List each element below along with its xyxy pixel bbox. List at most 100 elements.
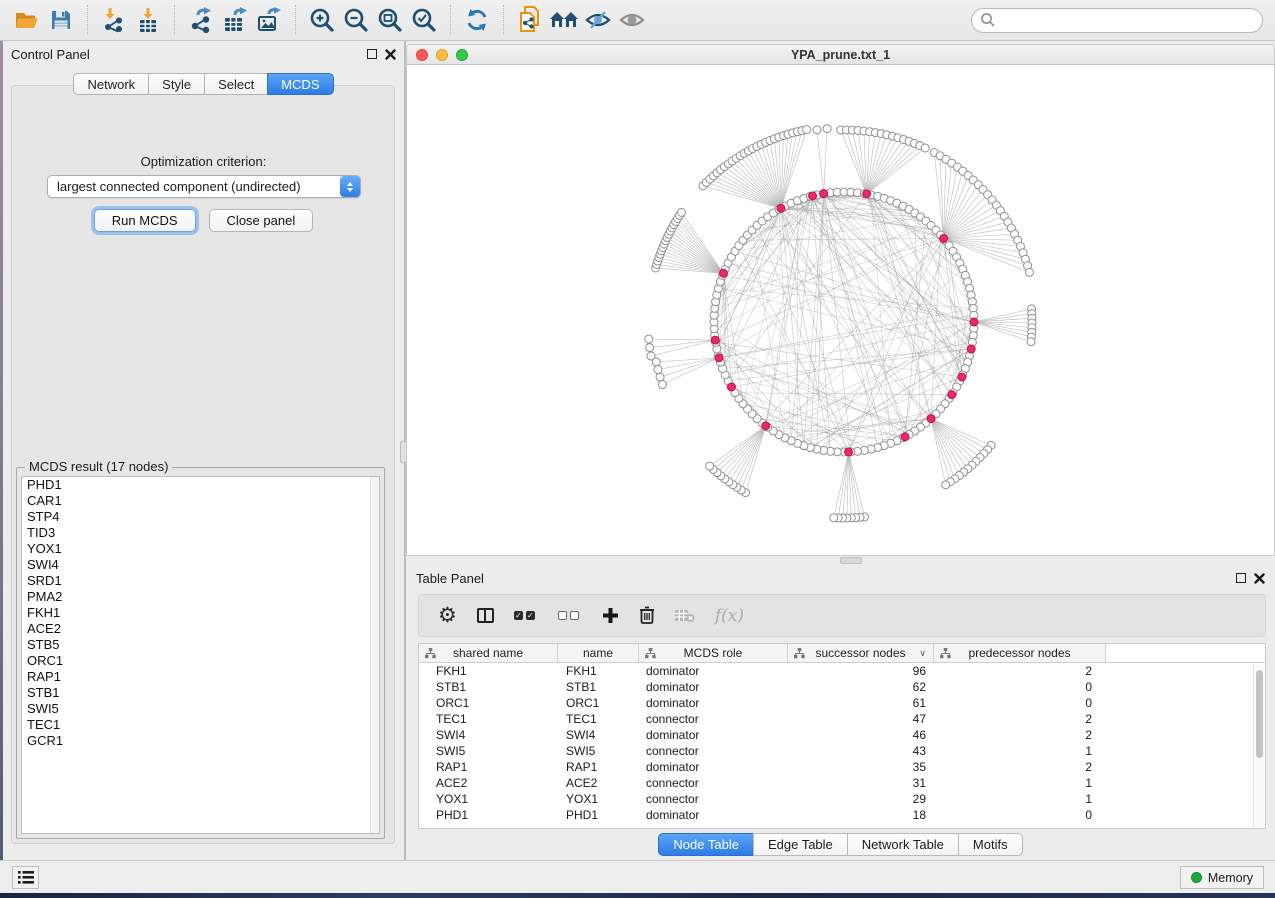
network-file-icon[interactable] xyxy=(513,4,547,36)
import-table-icon[interactable] xyxy=(131,4,165,36)
tab-motifs[interactable]: Motifs xyxy=(958,833,1023,856)
mcds-result-item[interactable]: STP4 xyxy=(22,509,379,525)
table-scrollbar-thumb[interactable] xyxy=(1256,670,1263,758)
table-row[interactable]: SWI4SWI4dominator462 xyxy=(419,727,1265,743)
mcds-result-item[interactable]: CAR1 xyxy=(22,493,379,509)
tab-edge-table[interactable]: Edge Table xyxy=(753,833,847,856)
mcds-hub-node[interactable] xyxy=(777,204,785,212)
network-node[interactable] xyxy=(706,462,714,470)
network-node[interactable] xyxy=(803,126,811,134)
table-row[interactable]: YOX1YOX1connector291 xyxy=(419,791,1265,807)
mcds-result-item[interactable]: ACE2 xyxy=(22,621,379,637)
network-node[interactable] xyxy=(830,514,838,522)
mcds-hub-node[interactable] xyxy=(967,345,975,353)
network-node[interactable] xyxy=(942,481,950,489)
mcds-result-item[interactable]: SRD1 xyxy=(22,573,379,589)
mcds-result-list[interactable]: PHD1CAR1STP4TID3YOX1SWI4SRD1PMA2FKH1ACE2… xyxy=(21,476,380,834)
tab-style[interactable]: Style xyxy=(148,73,204,95)
network-node[interactable] xyxy=(646,344,654,352)
delete-column-icon[interactable] xyxy=(639,603,655,629)
add-column-icon[interactable] xyxy=(602,603,619,629)
float-panel-icon[interactable] xyxy=(367,49,377,59)
column-header-shared-name[interactable]: shared name xyxy=(419,644,558,662)
search-input[interactable] xyxy=(996,10,1262,30)
select-all-icon[interactable]: ✓✓ xyxy=(514,603,538,629)
zoom-in-icon[interactable] xyxy=(305,4,339,36)
table-scrollbar[interactable] xyxy=(1253,664,1264,827)
show-panels-button[interactable] xyxy=(12,866,39,889)
optimization-criterion-select[interactable]: largest connected component (undirected) xyxy=(47,175,361,198)
mcds-hub-node[interactable] xyxy=(727,383,735,391)
window-close-icon[interactable] xyxy=(416,49,428,61)
mcds-hub-node[interactable] xyxy=(863,190,871,198)
mcds-result-item[interactable]: ORC1 xyxy=(22,653,379,669)
network-node[interactable] xyxy=(645,335,653,343)
table-row[interactable]: PHD1PHD1dominator180 xyxy=(419,807,1265,823)
memory-button[interactable]: Memory xyxy=(1180,866,1264,889)
tab-node-table[interactable]: Node Table xyxy=(658,833,753,856)
column-header-name[interactable]: name xyxy=(558,644,639,662)
mcds-result-item[interactable]: SWI5 xyxy=(22,701,379,717)
mcds-hub-node[interactable] xyxy=(845,448,853,456)
mcds-hub-node[interactable] xyxy=(901,433,909,441)
mcds-result-item[interactable]: STB1 xyxy=(22,685,379,701)
zoom-selected-icon[interactable] xyxy=(407,4,441,36)
run-mcds-button[interactable]: Run MCDS xyxy=(94,209,196,232)
table-row[interactable]: ORC1ORC1dominator610 xyxy=(419,695,1265,711)
mcds-result-item[interactable]: YOX1 xyxy=(22,541,379,557)
mcds-result-item[interactable]: STB5 xyxy=(22,637,379,653)
network-node[interactable] xyxy=(658,381,666,389)
network-node[interactable] xyxy=(1025,268,1033,276)
eye-slash-icon[interactable] xyxy=(581,4,615,36)
table-row[interactable]: TEC1TEC1connector472 xyxy=(419,711,1265,727)
network-window-titlebar[interactable]: YPA_prune.txt_1 xyxy=(407,45,1274,65)
columns-icon[interactable] xyxy=(477,603,494,629)
mcds-result-item[interactable]: FKH1 xyxy=(22,605,379,621)
mcds-hub-node[interactable] xyxy=(711,336,719,344)
window-maximize-icon[interactable] xyxy=(456,49,468,61)
close-panel-icon[interactable] xyxy=(1254,573,1265,584)
tab-network-table[interactable]: Network Table xyxy=(847,833,958,856)
zoom-out-icon[interactable] xyxy=(339,4,373,36)
mcds-result-item[interactable]: RAP1 xyxy=(22,669,379,685)
network-node[interactable] xyxy=(1027,338,1035,346)
horizontal-splitter-handle[interactable] xyxy=(840,557,862,564)
float-panel-icon[interactable] xyxy=(1236,573,1246,583)
mcds-hub-node[interactable] xyxy=(715,354,723,362)
save-icon[interactable] xyxy=(44,4,78,36)
mcds-hub-node[interactable] xyxy=(809,192,817,200)
network-node[interactable] xyxy=(652,358,660,366)
tab-mcds[interactable]: MCDS xyxy=(267,73,333,95)
mcds-result-item[interactable]: SWI4 xyxy=(22,557,379,573)
table-row[interactable]: SWI5SWI5connector431 xyxy=(419,743,1265,759)
window-minimize-icon[interactable] xyxy=(436,49,448,61)
network-canvas[interactable] xyxy=(407,66,1274,555)
network-node[interactable] xyxy=(654,366,662,374)
network-node[interactable] xyxy=(921,144,929,152)
mcds-hub-node[interactable] xyxy=(762,422,770,430)
close-panel-icon[interactable] xyxy=(385,49,396,60)
table-row[interactable]: STB1STB1dominator620 xyxy=(419,679,1265,695)
horizontal-splitter[interactable] xyxy=(406,556,1275,565)
mcds-hub-node[interactable] xyxy=(820,190,828,198)
mcds-hub-node[interactable] xyxy=(948,391,956,399)
mcds-hub-node[interactable] xyxy=(970,318,978,326)
houses-icon[interactable] xyxy=(547,4,581,36)
network-node[interactable] xyxy=(823,125,831,133)
table-row[interactable]: RAP1RAP1dominator352 xyxy=(419,759,1265,775)
open-folder-icon[interactable] xyxy=(10,4,44,36)
tab-select[interactable]: Select xyxy=(204,73,267,95)
zoom-fit-icon[interactable] xyxy=(373,4,407,36)
mcds-hub-node[interactable] xyxy=(958,373,966,381)
mcds-hub-node[interactable] xyxy=(940,234,948,242)
column-header-successor-nodes[interactable]: successor nodes∨ xyxy=(788,644,934,662)
gear-icon[interactable]: ⚙ xyxy=(438,603,457,629)
network-node[interactable] xyxy=(656,373,664,381)
eye-icon[interactable] xyxy=(615,4,649,36)
search-box[interactable] xyxy=(971,8,1263,33)
refresh-icon[interactable] xyxy=(460,4,494,36)
mcds-result-item[interactable]: TID3 xyxy=(22,525,379,541)
table-row[interactable]: ACE2ACE2connector311 xyxy=(419,775,1265,791)
deselect-all-icon[interactable] xyxy=(558,603,582,629)
column-header-MCDS-role[interactable]: MCDS role xyxy=(639,644,788,662)
